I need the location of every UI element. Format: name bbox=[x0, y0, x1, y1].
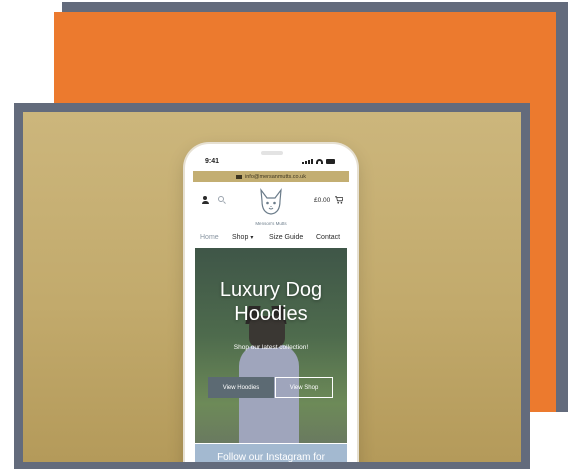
email-topbar: info@mersanmutts.co.uk bbox=[193, 171, 349, 182]
wifi-icon bbox=[316, 159, 323, 164]
brand-name: Menson's Mutts bbox=[255, 221, 287, 226]
french-bulldog-logo-icon bbox=[260, 187, 282, 215]
instagram-banner[interactable]: Follow our Instagram for bbox=[195, 444, 347, 462]
site-header: Menson's Mutts £0.00 bbox=[185, 184, 357, 230]
cart-icon[interactable] bbox=[335, 196, 343, 204]
hero-section: Luxury Dog Hoodies Shop our latest colle… bbox=[195, 248, 347, 443]
nav-contact[interactable]: Contact bbox=[316, 234, 340, 241]
envelope-icon bbox=[236, 174, 243, 179]
battery-icon bbox=[326, 159, 335, 164]
view-shop-button[interactable]: View Shop bbox=[275, 377, 333, 398]
nav-shop[interactable]: Shop ▾ bbox=[232, 234, 253, 241]
status-bar: 9:41 bbox=[185, 156, 357, 170]
main-nav: Home Shop ▾ Size Guide Contact bbox=[185, 232, 357, 246]
search-icon[interactable] bbox=[218, 196, 226, 204]
cart-total[interactable]: £0.00 bbox=[314, 197, 330, 204]
hero-subtitle: Shop our latest collection! bbox=[233, 344, 309, 351]
topbar-email[interactable]: info@mersanmutts.co.uk bbox=[245, 174, 306, 180]
signal-icon bbox=[302, 159, 313, 164]
hero-title-line1: Luxury Dog bbox=[219, 279, 323, 301]
status-icons bbox=[302, 159, 335, 164]
hero-title-line2: Hoodies bbox=[234, 303, 308, 325]
account-icon[interactable] bbox=[201, 196, 209, 204]
hero-title: Luxury Dog Hoodies bbox=[195, 278, 347, 326]
dog-photo bbox=[239, 306, 299, 443]
status-time: 9:41 bbox=[205, 158, 220, 165]
nav-home[interactable]: Home bbox=[200, 234, 219, 241]
mockup-scene: 9:41 info@mersanmutts.co.uk Menson's Mut… bbox=[23, 112, 521, 462]
phone-mockup: 9:41 info@mersanmutts.co.uk Menson's Mut… bbox=[185, 144, 357, 462]
phone-notch bbox=[261, 151, 283, 155]
nav-size-guide[interactable]: Size Guide bbox=[269, 234, 303, 241]
view-hoodies-button[interactable]: View Hoodies bbox=[208, 377, 274, 398]
nav-shop-label: Shop bbox=[232, 234, 249, 241]
chevron-down-icon: ▾ bbox=[250, 235, 254, 241]
brand-logo[interactable]: Menson's Mutts bbox=[251, 187, 291, 227]
instagram-banner-text: Follow our Instagram for bbox=[217, 452, 325, 462]
